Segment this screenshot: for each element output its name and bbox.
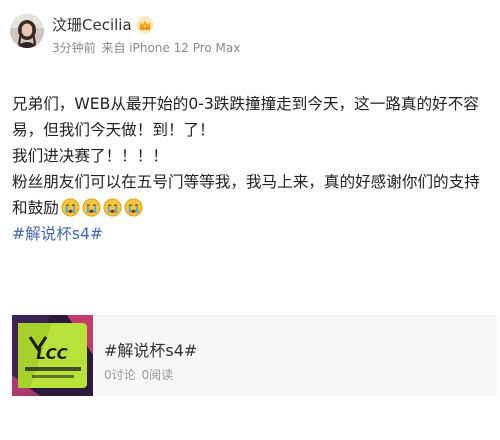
topic-stats: 0讨论 0阅读 <box>104 367 173 383</box>
post-line-1: 兄弟们，WEB从最开始的0-3跌跌撞撞走到今天，这一路真的好不容易，但我们今天做… <box>12 95 479 139</box>
topic-card[interactable]: LCC #解说杯s4# 0讨论 0阅读 <box>12 315 497 396</box>
author-name[interactable]: 汶珊Cecilia <box>52 15 132 35</box>
topic-title[interactable]: #解说杯s4# <box>104 341 197 361</box>
crown-icon[interactable] <box>136 16 154 34</box>
post-line-3: 粉丝朋友们可以在五号门等等我，我马上来，真的好感谢你们的支持和鼓励 <box>12 169 492 221</box>
post-line-2: 我们进决赛了！！！！ <box>12 147 168 165</box>
thumbnail-logo-text: LCC <box>36 345 68 363</box>
avatar[interactable] <box>10 14 44 48</box>
weibo-post: 汶珊Cecilia 3分钟前 来自 iPhone 12 Pro Max 兄弟们，… <box>0 0 500 440</box>
crying-face-icon <box>124 198 143 217</box>
post-hashtag-link[interactable]: #解说杯s4# <box>12 225 103 243</box>
post-content: 兄弟们，WEB从最开始的0-3跌跌撞撞走到今天，这一路真的好不容易，但我们今天做… <box>12 91 492 247</box>
crying-face-icon <box>82 198 101 217</box>
crying-face-icon <box>103 198 122 217</box>
post-hashtag-line: #解说杯s4# <box>12 221 492 247</box>
topic-thumbnail: LCC <box>12 315 93 396</box>
avatar-image <box>10 14 44 48</box>
emoji-row <box>61 198 145 217</box>
post-time: 3分钟前 <box>52 41 96 55</box>
topic-discussion-count: 0讨论 <box>104 368 136 382</box>
crying-face-icon <box>61 198 80 217</box>
author-row: 汶珊Cecilia <box>52 15 154 35</box>
topic-read-count: 0阅读 <box>141 368 174 382</box>
post-source: 来自 iPhone 12 Pro Max <box>101 41 241 55</box>
post-meta: 3分钟前 来自 iPhone 12 Pro Max <box>52 40 240 56</box>
